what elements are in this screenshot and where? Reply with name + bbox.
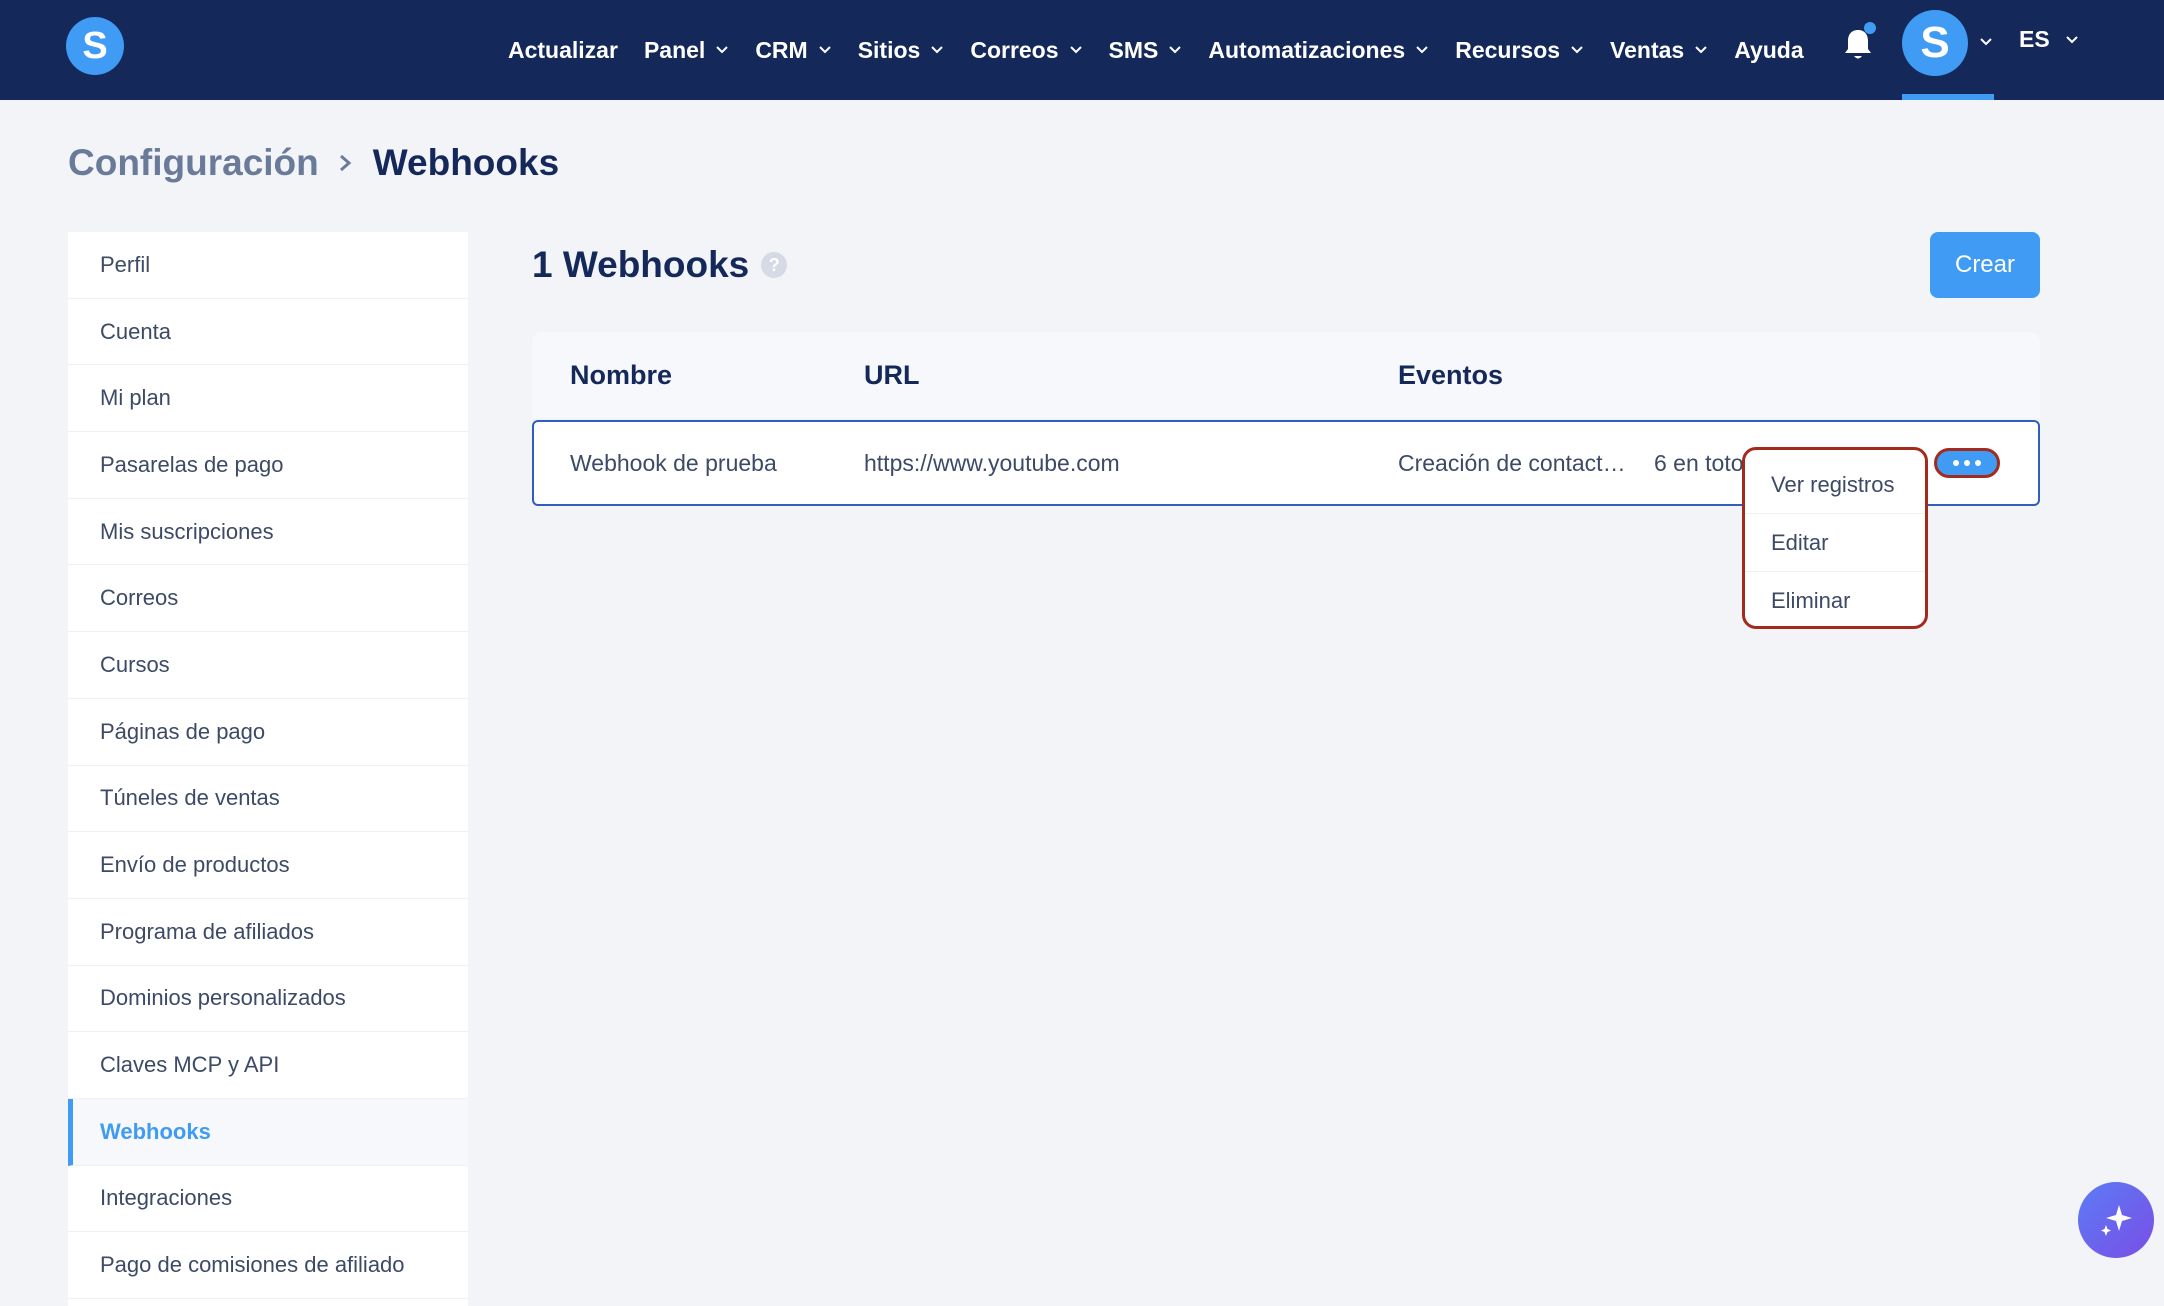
sidebar-item-cursos[interactable]: Cursos	[68, 632, 468, 699]
avatar[interactable]: S	[1902, 10, 1968, 76]
language-selector[interactable]: ES	[2019, 26, 2080, 53]
nav-item-label: Panel	[643, 36, 706, 63]
row-actions-menu: Ver registros Editar Eliminar	[1742, 447, 1928, 629]
sidebar-item-correos[interactable]: Correos	[68, 565, 468, 633]
nav-item-label: Ayuda	[1734, 36, 1804, 63]
row-actions-button[interactable]	[1934, 448, 2000, 478]
menu-item-delete[interactable]: Eliminar	[1745, 572, 1925, 630]
nav-item-label: CRM	[755, 36, 808, 63]
nav-item-recursos[interactable]: Recursos	[1455, 37, 1584, 64]
nav-item-label: Correos	[970, 36, 1059, 63]
nav-item-ventas[interactable]: Ventas	[1610, 37, 1708, 64]
sidebar-item-túneles-de-ventas[interactable]: Túneles de ventas	[68, 766, 468, 833]
page-title-text: 1 Webhooks	[532, 244, 750, 285]
sidebar-item-dominios-personalizados[interactable]: Dominios personalizados	[68, 966, 468, 1033]
nav-item-label: Actualizar	[508, 36, 618, 63]
breadcrumb: Configuración Webhooks	[68, 142, 559, 184]
sidebar-item-mis-suscripciones[interactable]: Mis suscripciones	[68, 499, 468, 566]
settings-sidebar: Perfil Cuenta Mi plan Pasarelas de pago Mis …	[68, 232, 468, 1306]
chevron-down-icon	[1695, 46, 1707, 54]
nav-item-label: Ventas	[1610, 36, 1685, 63]
chevron-down-icon[interactable]	[1978, 34, 1994, 50]
sidebar-item-claves-mcp-y-api[interactable]: Claves MCP y API	[68, 1032, 468, 1099]
webhook-url: https://www.youtube.com	[864, 450, 1120, 476]
more-dot-icon	[1964, 460, 1970, 466]
main-nav: Actualizar Panel CRM Sitios Correos SMS Automa…	[508, 0, 1830, 100]
ai-assistant-button[interactable]	[2078, 1182, 2154, 1258]
breadcrumb-parent[interactable]: Configuración	[68, 142, 319, 184]
notification-dot	[1864, 22, 1876, 34]
sidebar-item-perfil[interactable]: Perfil	[68, 232, 468, 299]
nav-item-sitios[interactable]: Sitios	[858, 37, 945, 64]
nav-item-sms[interactable]: SMS	[1109, 37, 1183, 64]
chevron-down-icon	[818, 46, 831, 54]
sidebar-item-integraciones[interactable]: Integraciones	[68, 1166, 468, 1233]
column-header-url: URL	[864, 360, 920, 390]
column-header-name: Nombre	[570, 360, 673, 390]
nav-item-label: SMS	[1108, 36, 1159, 63]
chevron-down-icon	[1416, 46, 1428, 54]
table-header: Nombre URL Eventos	[532, 332, 2040, 418]
nav-item-label: Sitios	[857, 36, 921, 63]
webhook-events-total: 6 en toto	[1654, 450, 1744, 476]
help-icon[interactable]: ?	[761, 252, 788, 278]
nav-item-crm[interactable]: CRM	[755, 37, 831, 64]
sidebar-item-páginas-de-pago[interactable]: Páginas de pago	[68, 699, 468, 766]
sidebar-item-pasarelas-de-pago[interactable]: Pasarelas de pago	[68, 432, 468, 499]
menu-item-view-logs[interactable]: Ver registros	[1745, 456, 1925, 514]
webhook-name: Webhook de prueba	[570, 450, 777, 476]
nav-item-actualizar[interactable]: Actualizar	[508, 37, 618, 64]
menu-item-edit[interactable]: Editar	[1745, 514, 1925, 572]
chevron-down-icon	[1169, 46, 1182, 54]
more-dot-icon	[1975, 460, 1981, 466]
nav-item-label: Recursos	[1455, 36, 1561, 63]
page-title: 1 Webhooks ?	[532, 244, 788, 286]
avatar-active-indicator	[1902, 94, 1994, 100]
sidebar-item-pago-de-comisiones-de-afiliado[interactable]: Pago de comisiones de afiliado	[68, 1232, 468, 1299]
nav-item-automatizaciones[interactable]: Automatizaciones	[1208, 37, 1429, 64]
chevron-down-icon	[931, 46, 944, 54]
sidebar-item-mi-plan[interactable]: Mi plan	[68, 365, 468, 433]
sparkle-icon	[2101, 1205, 2132, 1236]
nav-item-panel[interactable]: Panel	[644, 37, 729, 64]
nav-item-ayuda[interactable]: Ayuda	[1734, 37, 1803, 64]
sidebar-item-cuenta[interactable]: Cuenta	[68, 299, 468, 366]
chevron-down-icon	[716, 46, 729, 54]
sidebar-item-programa-de-afiliados[interactable]: Programa de afiliados	[68, 899, 468, 966]
more-dot-icon	[1953, 460, 1959, 466]
language-label: ES	[2019, 26, 2050, 52]
chevron-down-icon	[1571, 46, 1583, 54]
nav-item-label: Automatizaciones	[1208, 36, 1406, 63]
app-logo[interactable]: S	[66, 17, 124, 75]
sidebar-item-envío-de-productos[interactable]: Envío de productos	[68, 832, 468, 899]
create-button[interactable]: Crear	[1930, 232, 2040, 298]
chevron-down-icon	[1069, 46, 1082, 54]
sidebar-item-webhooks[interactable]: Webhooks	[68, 1098, 468, 1166]
chevron-right-icon	[339, 154, 352, 172]
webhook-events: Creación de contact…	[1398, 450, 1626, 476]
webhooks-table: Nombre URL Eventos Webhook de prueba htt…	[532, 332, 2040, 506]
top-navbar: S Actualizar Panel CRM Sitios Correos SMS Auto…	[0, 0, 2164, 100]
nav-item-correos[interactable]: Correos	[970, 37, 1082, 64]
breadcrumb-current: Webhooks	[372, 142, 560, 183]
chevron-down-icon	[2065, 35, 2078, 43]
column-header-events: Eventos	[1398, 360, 1504, 390]
